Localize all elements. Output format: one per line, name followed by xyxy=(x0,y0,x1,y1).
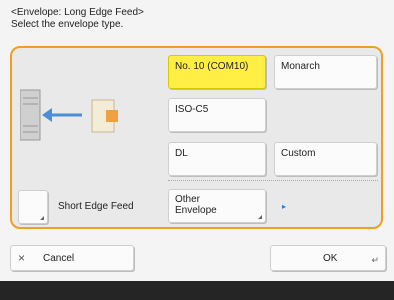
dl-button[interactable]: DL xyxy=(168,142,266,176)
no10-com10-label: No. 10 (COM10) xyxy=(175,61,249,72)
short-edge-feed-checkbox[interactable] xyxy=(18,190,48,224)
feed-direction-diagram xyxy=(20,89,118,141)
status-bar xyxy=(0,281,394,300)
envelope-icon xyxy=(91,99,118,133)
short-edge-feed-toggle[interactable]: Short Edge Feed xyxy=(18,190,158,224)
other-envelope-label-line2: Envelope xyxy=(175,205,217,216)
corner-arrow-icon xyxy=(258,215,262,219)
dl-label: DL xyxy=(175,148,188,159)
no10-com10-button[interactable]: No. 10 (COM10) xyxy=(168,55,266,89)
header: <Envelope: Long Edge Feed> Select the en… xyxy=(11,7,144,31)
feed-arrow-icon xyxy=(42,108,82,122)
monarch-label: Monarch xyxy=(281,61,320,72)
arrow-right-icon: ▸ xyxy=(282,202,287,211)
corner-arrow-icon xyxy=(40,216,44,220)
custom-button[interactable]: Custom xyxy=(274,142,377,176)
envelope-panel: No. 10 (COM10) Monarch ISO-C5 DL Custom … xyxy=(10,46,383,229)
page-subtitle: Select the envelope type. xyxy=(11,19,124,30)
other-envelope-button[interactable]: Other Envelope xyxy=(168,189,266,223)
custom-label: Custom xyxy=(281,148,316,159)
ok-label: OK xyxy=(323,253,338,264)
iso-c5-label: ISO-C5 xyxy=(175,104,209,115)
section-divider xyxy=(168,180,378,181)
cancel-label: Cancel xyxy=(43,253,75,264)
cancel-button[interactable]: × Cancel xyxy=(10,245,134,271)
ok-button[interactable]: OK ↵ xyxy=(270,245,386,271)
close-icon: × xyxy=(18,251,26,265)
other-envelope-label-line1: Other xyxy=(175,194,201,205)
iso-c5-button[interactable]: ISO-C5 xyxy=(168,98,266,132)
monarch-button[interactable]: Monarch xyxy=(274,55,377,89)
enter-icon: ↵ xyxy=(371,255,379,265)
short-edge-feed-label: Short Edge Feed xyxy=(58,201,134,212)
page-title: <Envelope: Long Edge Feed> xyxy=(11,7,144,18)
